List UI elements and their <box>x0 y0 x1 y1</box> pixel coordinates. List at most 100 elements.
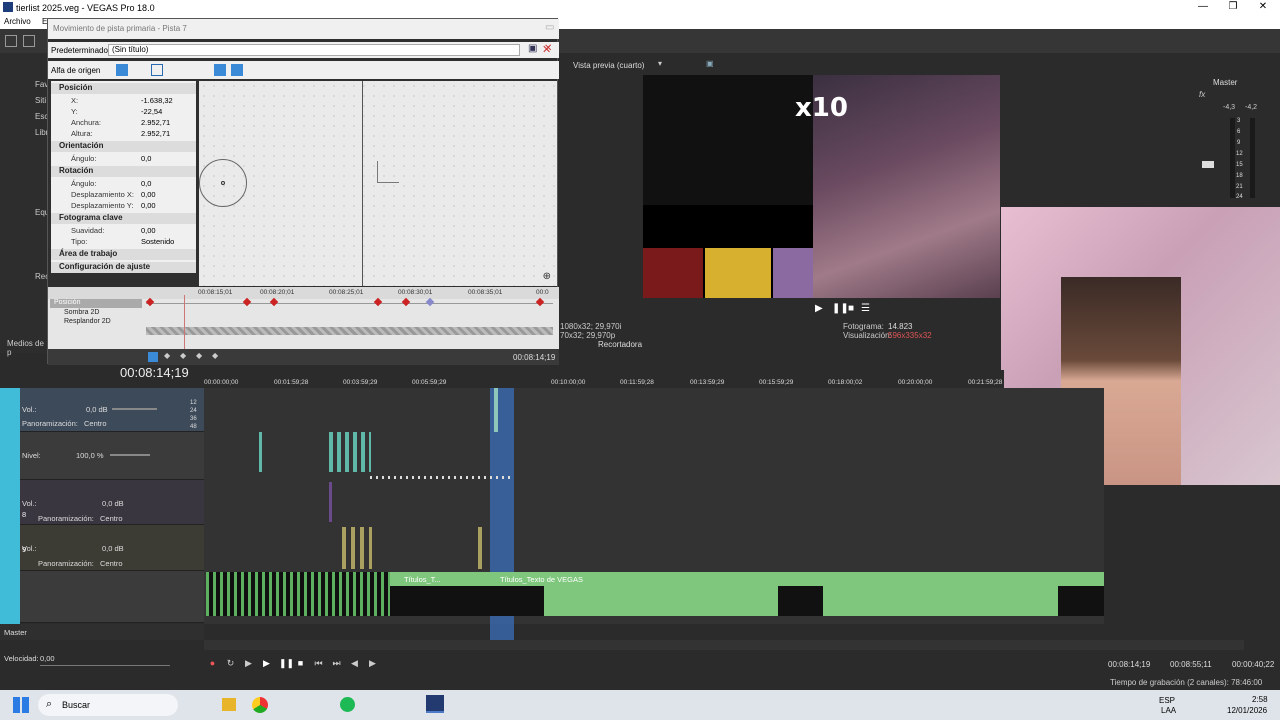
trimmer-tab[interactable]: Recortadora <box>598 340 642 349</box>
speed-slider[interactable] <box>40 665 170 666</box>
loop-icon[interactable]: ↻ <box>226 659 235 668</box>
section-rotation[interactable]: Rotación <box>51 166 196 177</box>
prop-smoothness-value[interactable]: 0,00 <box>141 226 156 235</box>
timeline-ruler[interactable]: 00:00:00;00 00:01:59;28 00:03:59;29 00:0… <box>204 370 1004 388</box>
maximize-icon[interactable]: ❐ <box>1218 1 1248 12</box>
transport-bar: ● ↻ ▶ ▶ ❚❚ ■ ⏮ ⏭ ◀ ▶ <box>206 656 676 670</box>
file-explorer-icon[interactable] <box>222 698 236 711</box>
prop-offset-x-value[interactable]: 0,00 <box>141 190 156 199</box>
audio-clip[interactable] <box>478 527 482 569</box>
preview-menu-icon[interactable]: ☰ <box>861 303 870 314</box>
go-end-icon[interactable]: ⏭ <box>332 659 341 668</box>
title-clip-2[interactable]: Títulos_Texto de VEGAS <box>492 572 1104 616</box>
section-keyframe[interactable]: Fotograma clave <box>51 213 196 224</box>
close-icon[interactable]: ✕ <box>1248 1 1278 12</box>
snap-icon[interactable] <box>151 64 163 76</box>
next-keyframe-icon[interactable]: ◆ <box>196 351 202 360</box>
track-header-audio-9[interactable]: Vol.: 0,0 dB Panoramización: Centro 9 <box>20 525 204 571</box>
project-resolution: 1080x32; 29,970i <box>560 322 622 331</box>
kf-track-glow[interactable]: Resplandor 2D <box>54 318 142 327</box>
prop-type-value[interactable]: Sostenido <box>141 237 174 246</box>
tier-image-game <box>705 248 771 298</box>
dialog-close-icon[interactable]: ✕ <box>542 43 551 56</box>
next-frame-icon[interactable]: ▶ <box>368 659 377 668</box>
anchor-point[interactable] <box>221 181 225 185</box>
pause-icon[interactable]: ❚❚ <box>279 659 294 668</box>
prop-offset-y-value[interactable]: 0,00 <box>141 201 156 210</box>
preset-dropdown[interactable]: (Sin título) <box>108 44 520 56</box>
explorer-item[interactable]: Siti <box>35 96 46 105</box>
track-header-video-titles[interactable] <box>20 571 204 623</box>
first-keyframe-icon[interactable]: ◆ <box>164 351 170 360</box>
section-orientation[interactable]: Orientación <box>51 141 196 152</box>
zoom-icon[interactable]: ⊕ <box>543 271 551 282</box>
dropdown-arrow-icon[interactable]: ▾ <box>658 59 662 68</box>
lock-y-icon[interactable] <box>231 64 243 76</box>
kf-cursor[interactable] <box>184 295 185 349</box>
level-slider[interactable] <box>110 454 150 456</box>
title-clip-1[interactable]: Títulos_T... <box>390 572 492 616</box>
pan-label: Panoramización: <box>22 419 78 428</box>
edit-mode-icon[interactable] <box>116 64 128 76</box>
fx-icon[interactable]: fx <box>1199 90 1205 99</box>
spotify-icon[interactable] <box>340 697 355 712</box>
preview-play-icon[interactable]: ▶ <box>815 303 823 314</box>
vol-slider[interactable] <box>112 408 157 410</box>
preview-stop-icon[interactable]: ■ <box>848 303 854 314</box>
keyframe-ruler[interactable]: 00:08:15;01 00:08:20;01 00:08:25;01 00:0… <box>48 287 559 299</box>
section-position[interactable]: Posición <box>51 83 196 94</box>
audio-clip[interactable] <box>329 482 332 522</box>
play-from-start-icon[interactable]: ▶ <box>244 659 253 668</box>
save-preset-icon[interactable]: ▣ <box>528 43 537 54</box>
prop-y-value[interactable]: -22,54 <box>141 107 162 116</box>
horizontal-scrollbar[interactable] <box>204 640 1244 650</box>
preview-pause-icon[interactable]: ❚❚ <box>832 303 849 314</box>
new-file-icon[interactable] <box>5 35 17 47</box>
audio-clip[interactable] <box>494 388 498 432</box>
preview-quality[interactable]: Vista previa (cuarto) <box>573 61 644 70</box>
lock-x-icon[interactable] <box>214 64 226 76</box>
record-icon[interactable]: ● <box>208 659 217 668</box>
explorer-panel: Fav Siti Esc Libr Equ Rec Medios de p <box>0 53 49 357</box>
ruler-label: 00:11:59;28 <box>620 379 654 386</box>
master-fader[interactable] <box>1202 161 1214 168</box>
section-workspace[interactable]: Área de trabajo <box>51 249 196 260</box>
window-title: tierlist 2025.veg - VEGAS Pro 18.0 <box>16 3 155 13</box>
chrome-icon[interactable] <box>252 697 268 713</box>
save-snapshot-icon[interactable]: ▣ <box>706 59 714 68</box>
minimize-icon[interactable]: — <box>1188 1 1218 12</box>
kf-track-shadow[interactable]: Sombra 2D <box>54 309 142 318</box>
motion-canvas[interactable]: ⊕ <box>199 81 557 286</box>
track-header-video-2[interactable]: Nivel: 100,0 % <box>20 432 204 480</box>
taskbar-search[interactable]: ⌕ Buscar <box>38 694 178 716</box>
vegas-taskbar-icon[interactable] <box>426 695 444 713</box>
track-header-audio-1[interactable]: Vol.: 0,0 dB Panoramización: Centro 12 2… <box>20 388 204 432</box>
video-clip[interactable] <box>329 432 371 472</box>
track-header-audio-8[interactable]: Vol.: 0,0 dB Panoramización: Centro 8 <box>20 480 204 525</box>
windows-start-icon[interactable] <box>13 697 29 713</box>
clock-date: 12/01/2026 <box>1227 706 1268 715</box>
prop-x-value[interactable]: -1.638,32 <box>141 96 173 105</box>
sync-cursor-icon[interactable] <box>148 352 158 362</box>
prop-width-value[interactable]: 2.952,71 <box>141 118 170 127</box>
prop-rot-angle-value[interactable]: 0,0 <box>141 179 151 188</box>
section-snap-settings[interactable]: Configuración de ajuste <box>51 262 196 273</box>
prop-height-value[interactable]: 2.952,71 <box>141 129 170 138</box>
source-alpha-dropdown[interactable]: Alfa de origen <box>51 66 100 75</box>
video-clips-dense[interactable] <box>206 572 390 616</box>
last-keyframe-icon[interactable]: ◆ <box>212 351 218 360</box>
play-icon[interactable]: ▶ <box>262 659 271 668</box>
prev-frame-icon[interactable]: ◀ <box>350 659 359 668</box>
open-file-icon[interactable] <box>23 35 35 47</box>
prop-angle-value[interactable]: 0,0 <box>141 154 151 163</box>
dialog-min-icon[interactable]: ▭ <box>545 22 554 33</box>
medios-tab[interactable]: Medios de p <box>7 339 48 357</box>
audio-clip[interactable] <box>342 527 372 569</box>
prev-keyframe-icon[interactable]: ◆ <box>180 351 186 360</box>
stop-icon[interactable]: ■ <box>296 659 305 668</box>
video-clip[interactable] <box>259 432 262 472</box>
menu-archivo[interactable]: Archivo <box>4 17 31 26</box>
kf-track-position[interactable]: Posición <box>50 299 142 308</box>
master-bus-row: Master <box>0 624 204 640</box>
go-start-icon[interactable]: ⏮ <box>314 659 323 668</box>
